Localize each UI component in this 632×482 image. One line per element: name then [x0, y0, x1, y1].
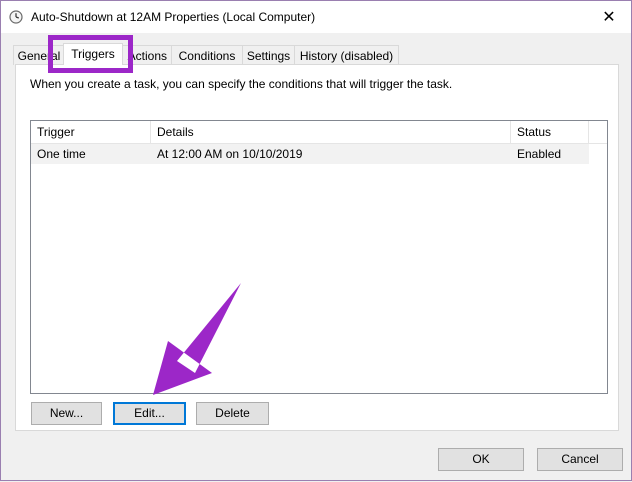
pointer-arrow-icon [153, 283, 241, 395]
properties-dialog: Auto-Shutdown at 12AM Properties (Local … [0, 0, 632, 481]
arrow-shape [153, 283, 241, 395]
